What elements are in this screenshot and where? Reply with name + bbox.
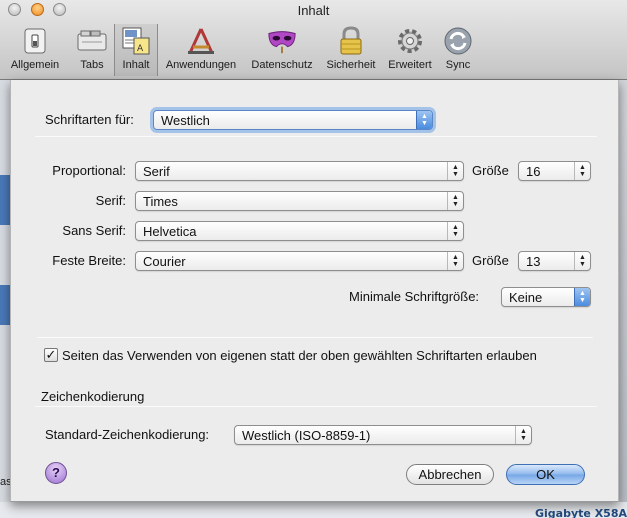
toolbar-datenschutz[interactable]: Datenschutz	[244, 24, 320, 76]
background-strip	[0, 175, 10, 225]
popup-value: Keine	[509, 290, 543, 305]
preferences-window-header: Inhalt Allgemein Tabs A Inhalt Anwendung…	[0, 0, 627, 80]
minimum-size-popup[interactable]: Keine ▲ ▼	[501, 287, 591, 307]
minimum-size-label: Minimale Schriftgröße:	[349, 289, 480, 304]
proportional-label: Proportional:	[52, 163, 126, 178]
popup-value: Serif	[143, 164, 170, 179]
gear-icon	[395, 26, 425, 56]
popup-value: Helvetica	[143, 224, 197, 239]
fonts-sheet: Schriftarten für: Westlich ▲ ▼ Proportion…	[10, 80, 619, 502]
toolbar-label: Anwendungen	[165, 59, 237, 71]
popup-value: Courier	[143, 254, 186, 269]
monospace-size-popup[interactable]: 13 ▲ ▼	[518, 251, 591, 271]
popup-value: Westlich (ISO-8859-1)	[242, 428, 371, 443]
popup-value: 13	[526, 254, 541, 269]
separator	[35, 136, 597, 137]
toolbar-allgemein[interactable]: Allgemein	[0, 24, 70, 76]
toolbar-label: Erweitert	[388, 59, 432, 71]
updown-arrows-icon: ▲ ▼	[447, 252, 463, 270]
toolbar-anwendungen[interactable]: Anwendungen	[158, 24, 244, 76]
popup-value: Westlich	[161, 113, 210, 128]
fonts-for-popup[interactable]: Westlich ▲ ▼	[153, 110, 433, 130]
default-encoding-popup[interactable]: Westlich (ISO-8859-1) ▲ ▼	[234, 425, 532, 445]
toolbar-label: Tabs	[80, 59, 104, 71]
background-strip	[0, 285, 10, 325]
tabs-icon	[77, 26, 107, 56]
allow-page-fonts-checkbox[interactable]: ✓	[44, 348, 58, 362]
toolbar-label: Sicherheit	[326, 59, 376, 71]
updown-arrows-icon: ▲ ▼	[416, 111, 432, 129]
toolbar-inhalt[interactable]: A Inhalt	[114, 24, 158, 76]
updown-arrows-icon: ▲ ▼	[447, 222, 463, 240]
fonts-for-label: Schriftarten für:	[45, 112, 134, 127]
applications-icon	[186, 26, 216, 56]
window-title: Inhalt	[297, 3, 330, 18]
separator	[37, 337, 593, 338]
toolbar-sicherheit[interactable]: Sicherheit	[320, 24, 382, 76]
help-button[interactable]: ?	[45, 462, 67, 484]
toolbar-label: Sync	[445, 59, 471, 71]
proportional-size-popup[interactable]: 16 ▲ ▼	[518, 161, 591, 181]
content-icon: A	[121, 26, 151, 56]
monospace-font-popup[interactable]: Courier ▲ ▼	[135, 251, 464, 271]
popup-value: 16	[526, 164, 541, 179]
proportional-font-popup[interactable]: Serif ▲ ▼	[135, 161, 464, 181]
allow-page-fonts-label[interactable]: Seiten das Verwenden von eigenen statt d…	[62, 348, 537, 363]
updown-arrows-icon: ▲ ▼	[574, 162, 590, 180]
updown-arrows-icon: ▲ ▼	[447, 162, 463, 180]
sans-serif-font-popup[interactable]: Helvetica ▲ ▼	[135, 221, 464, 241]
toolbar-label: Allgemein	[10, 59, 60, 71]
monospace-label: Feste Breite:	[52, 253, 126, 268]
lock-icon	[336, 26, 366, 56]
toolbar-tabs[interactable]: Tabs	[70, 24, 114, 76]
svg-text:A: A	[137, 44, 144, 54]
cancel-button[interactable]: Abbrechen	[406, 464, 494, 485]
updown-arrows-icon: ▲ ▼	[574, 252, 590, 270]
serif-font-popup[interactable]: Times ▲ ▼	[135, 191, 464, 211]
toolbar-label: Datenschutz	[251, 59, 313, 71]
background-window-bottom	[0, 502, 627, 518]
sans-serif-label: Sans Serif:	[62, 223, 126, 238]
size-label: Größe	[472, 163, 509, 178]
toolbar-sync[interactable]: Sync	[438, 24, 478, 76]
toolbar-label: Inhalt	[122, 59, 150, 71]
mask-icon	[267, 26, 297, 56]
ok-button[interactable]: OK	[506, 464, 585, 485]
separator	[35, 406, 597, 407]
encoding-heading: Zeichenkodierung	[41, 389, 145, 404]
updown-arrows-icon: ▲ ▼	[515, 426, 531, 444]
size-label: Größe	[472, 253, 509, 268]
default-encoding-label: Standard-Zeichenkodierung:	[45, 427, 210, 442]
preferences-toolbar: Allgemein Tabs A Inhalt Anwendungen Date…	[0, 24, 478, 76]
switch-icon	[20, 26, 50, 56]
background-text: Gigabyte X58A	[535, 507, 627, 518]
updown-arrows-icon: ▲ ▼	[574, 288, 590, 306]
updown-arrows-icon: ▲ ▼	[447, 192, 463, 210]
popup-value: Times	[143, 194, 178, 209]
sync-icon	[443, 26, 473, 56]
toolbar-erweitert[interactable]: Erweitert	[382, 24, 438, 76]
serif-label: Serif:	[95, 193, 126, 208]
